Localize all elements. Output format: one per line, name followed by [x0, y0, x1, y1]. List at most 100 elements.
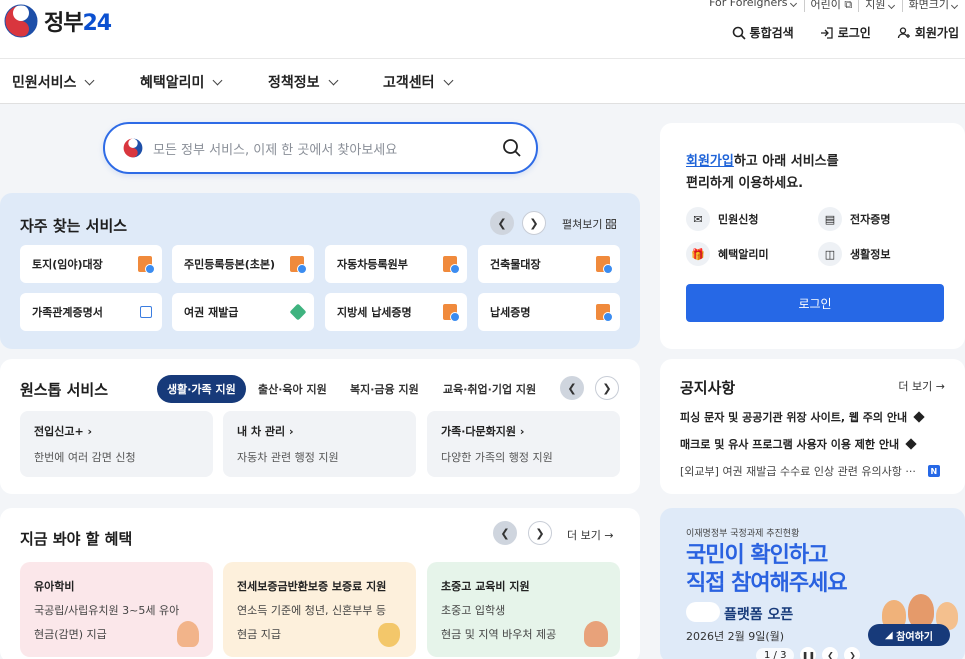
logo-text: 정부24 — [44, 11, 112, 36]
search-icon[interactable] — [502, 138, 522, 158]
tab-education-jobs[interactable]: 교육·취업·기업 지원 — [433, 375, 546, 403]
chevron-down-icon — [328, 75, 338, 85]
service-tile[interactable]: 주민등록등본(초본) — [172, 245, 314, 283]
section-title: 공지사항 — [680, 379, 736, 397]
chevron-left-icon[interactable]: ❮ — [822, 647, 839, 659]
document-icon — [596, 304, 613, 322]
banner-headline: 국민이 확인하고 직접 참여해주세요 — [686, 543, 848, 596]
login-link-label: 로그인 — [837, 26, 871, 40]
header-actions: 통합검색 로그인 회원가입 — [732, 24, 959, 41]
section-title: 자주 찾는 서비스 — [20, 217, 128, 235]
next-button[interactable]: ❯ — [522, 211, 546, 235]
taegeuk-icon — [123, 138, 143, 158]
support-menu[interactable]: 지원 — [858, 0, 901, 12]
tab-welfare-finance[interactable]: 복지·금융 지원 — [340, 375, 429, 403]
service-tile[interactable]: 건축물대장 — [478, 245, 620, 283]
main-navigation: 민원서비스 혜택알리미 정책정보 고객센터 — [0, 58, 965, 104]
money-bag-icon — [378, 623, 400, 647]
prev-button[interactable]: ❮ — [560, 376, 584, 400]
gift-icon: 🎁 — [686, 242, 710, 266]
section-title: 지금 봐야 할 혜택 — [20, 530, 133, 548]
bookmark-icon: ◫ — [818, 242, 842, 266]
document-icon — [290, 256, 307, 274]
onestop-card[interactable]: 전입신고+ › 한번에 여러 감면 신청 — [20, 411, 213, 477]
promo-banner[interactable]: 이재명정부 국정과제 추진현황 국민이 확인하고 직접 참여해주세요 플랫폼 오픈… — [660, 508, 965, 659]
pin-icon — [913, 411, 925, 423]
benefit-card[interactable]: 초중고 교육비 지원 초중고 입학생 현금 및 지역 바우처 제공 — [427, 562, 620, 657]
search-icon — [732, 26, 746, 40]
nav-benefit-alert[interactable]: 혜택알리미 — [140, 72, 223, 92]
chevron-right-icon[interactable]: ❯ — [844, 647, 861, 659]
service-tile[interactable]: 지방세 납세증명 — [325, 293, 467, 331]
benefit-card[interactable]: 유아학비 국공립/사립유치원 3~5세 유아 현금(감면) 지급 — [20, 562, 213, 657]
more-link[interactable]: 더 보기 → — [898, 378, 945, 394]
envelope-icon: ✉ — [686, 207, 710, 231]
onestop-card[interactable]: 가족·다문화지원 › 다양한 가족의 행정 지원 — [427, 411, 620, 477]
nav-civil-service[interactable]: 민원서비스 — [12, 72, 95, 92]
document-icon — [138, 256, 155, 274]
benefits-section: 지금 봐야 할 혜택 ❮ ❯ 더 보기 → 유아학비 국공립/사립유치원 3~5… — [0, 508, 640, 659]
login-panel: 회원가입하고 아래 서비스를 편리하게 이용하세요. ✉ 민원신청 ▤ 전자증명 🎁… — [660, 123, 965, 349]
notice-item[interactable]: [외교부] 여권 재발급 수수료 인상 관련 유의사항 ··· N — [680, 463, 940, 479]
banner-platform: 플랫폼 오픈 — [724, 607, 794, 623]
service-tile[interactable]: 토지(임야)대장 — [20, 245, 162, 283]
prev-button[interactable]: ❮ — [493, 521, 517, 545]
service-tile[interactable]: 여권 재발급 — [172, 293, 314, 331]
signup-link-label: 회원가입 — [914, 26, 959, 40]
more-link[interactable]: 더 보기 → — [567, 527, 614, 543]
grid-icon — [606, 219, 617, 229]
next-button[interactable]: ❯ — [595, 376, 619, 400]
login-icon — [820, 26, 833, 39]
notice-section: 공지사항 더 보기 → 피싱 문자 및 공공기관 위장 사이트, 웹 주의 안내… — [660, 359, 965, 494]
logo[interactable]: 정부24 — [4, 4, 112, 38]
onestop-section: 원스톱 서비스 생활·가족 지원 출산·육아 지원 복지·금융 지원 교육·취업… — [0, 359, 640, 494]
kids-link[interactable]: 어린이 ⧉ — [803, 0, 859, 12]
nav-customer-center[interactable]: 고객센터 — [383, 72, 453, 92]
quick-life-info[interactable]: ◫ 생활정보 — [818, 242, 890, 266]
chevron-down-icon — [84, 75, 95, 85]
banner-date: 2026년 2월 9일(월) — [686, 630, 785, 643]
search-input[interactable]: 모든 정부 서비스, 이제 한 곳에서 찾아보세요 — [153, 139, 502, 158]
banner-kicker: 이재명정부 국정과제 추진현황 — [686, 529, 800, 539]
notice-item[interactable]: 피싱 문자 및 공공기관 위장 사이트, 웹 주의 안내 — [680, 409, 925, 425]
document-icon — [596, 256, 613, 274]
tab-birth-childcare[interactable]: 출산·육아 지원 — [248, 375, 337, 403]
prev-button[interactable]: ❮ — [490, 211, 514, 235]
onestop-card[interactable]: 내 차 관리 › 자동차 관련 행정 지원 — [223, 411, 416, 477]
add-user-icon — [897, 26, 910, 38]
new-badge: N — [927, 465, 940, 477]
tab-life-family[interactable]: 생활·가족 지원 — [157, 375, 246, 403]
signup-link[interactable]: 회원가입 — [686, 154, 734, 169]
person-illustration-icon — [908, 594, 934, 628]
external-link-icon — [140, 306, 152, 318]
child-illustration-icon — [177, 621, 199, 647]
document-icon — [443, 256, 460, 274]
platform-logo-icon — [686, 602, 720, 622]
integrated-search-label: 통합검색 — [749, 26, 794, 40]
search-bar[interactable]: 모든 정부 서비스, 이제 한 곳에서 찾아보세요 — [103, 122, 538, 174]
join-button[interactable]: ◢ 참여하기 — [868, 624, 950, 646]
expand-button[interactable]: 펼쳐보기 — [562, 216, 617, 232]
screen-size-menu[interactable]: 화면크기 — [901, 0, 965, 12]
service-tile[interactable]: 자동차등록원부 — [325, 245, 467, 283]
login-button[interactable]: 로그인 — [686, 284, 944, 322]
quick-civil-application[interactable]: ✉ 민원신청 — [686, 207, 758, 231]
for-foreigners-link[interactable]: For Foreigners — [703, 0, 803, 12]
signup-link[interactable]: 회원가입 — [897, 24, 959, 41]
next-button[interactable]: ❯ — [528, 521, 552, 545]
service-tile[interactable]: 가족관계증명서 — [20, 293, 162, 331]
notice-item[interactable]: 매크로 및 유사 프로그램 사용자 이용 제한 안내 — [680, 436, 917, 452]
pause-icon[interactable]: ❚❚ — [800, 647, 817, 659]
benefit-card[interactable]: 전세보증금반환보증 보증료 지원 연소득 기준에 청년, 신혼부부 등 현금 지… — [223, 562, 416, 657]
service-tile[interactable]: 납세증명 — [478, 293, 620, 331]
utility-links: For Foreigners 어린이 ⧉ 지원 화면크기 — [703, 0, 965, 12]
integrated-search-button[interactable]: 통합검색 — [732, 24, 794, 41]
nav-policy-info[interactable]: 정책정보 — [268, 72, 338, 92]
quick-e-certificate[interactable]: ▤ 전자증명 — [818, 207, 890, 231]
section-title: 원스톱 서비스 — [20, 381, 109, 399]
quick-benefit-alert[interactable]: 🎁 혜택알리미 — [686, 242, 769, 266]
document-icon — [443, 304, 460, 322]
taegeuk-logo-icon — [4, 4, 38, 38]
login-link[interactable]: 로그인 — [820, 24, 871, 41]
pin-icon — [905, 438, 917, 450]
